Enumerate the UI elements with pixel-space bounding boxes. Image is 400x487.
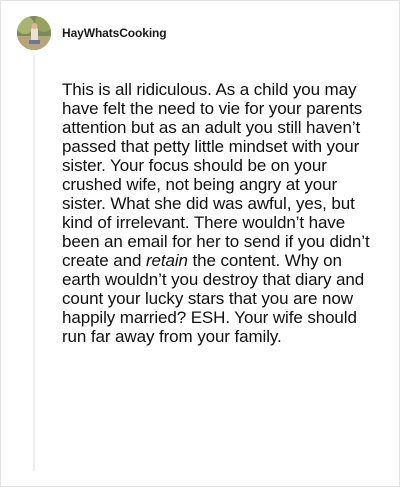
comment-card: HayWhatsCooking This is all ridiculous. …: [0, 0, 400, 487]
comment-text: This is all ridiculous. As a child you m…: [62, 80, 382, 346]
avatar[interactable]: [17, 16, 51, 50]
comment-text-part: This is all ridiculous. As a child you m…: [62, 80, 370, 270]
thread-line[interactable]: [33, 55, 35, 471]
comment-header: HayWhatsCooking: [17, 16, 167, 50]
comment-text-emphasis: retain: [145, 251, 188, 270]
username[interactable]: HayWhatsCooking: [62, 26, 167, 40]
user-avatar-icon: [17, 16, 51, 50]
